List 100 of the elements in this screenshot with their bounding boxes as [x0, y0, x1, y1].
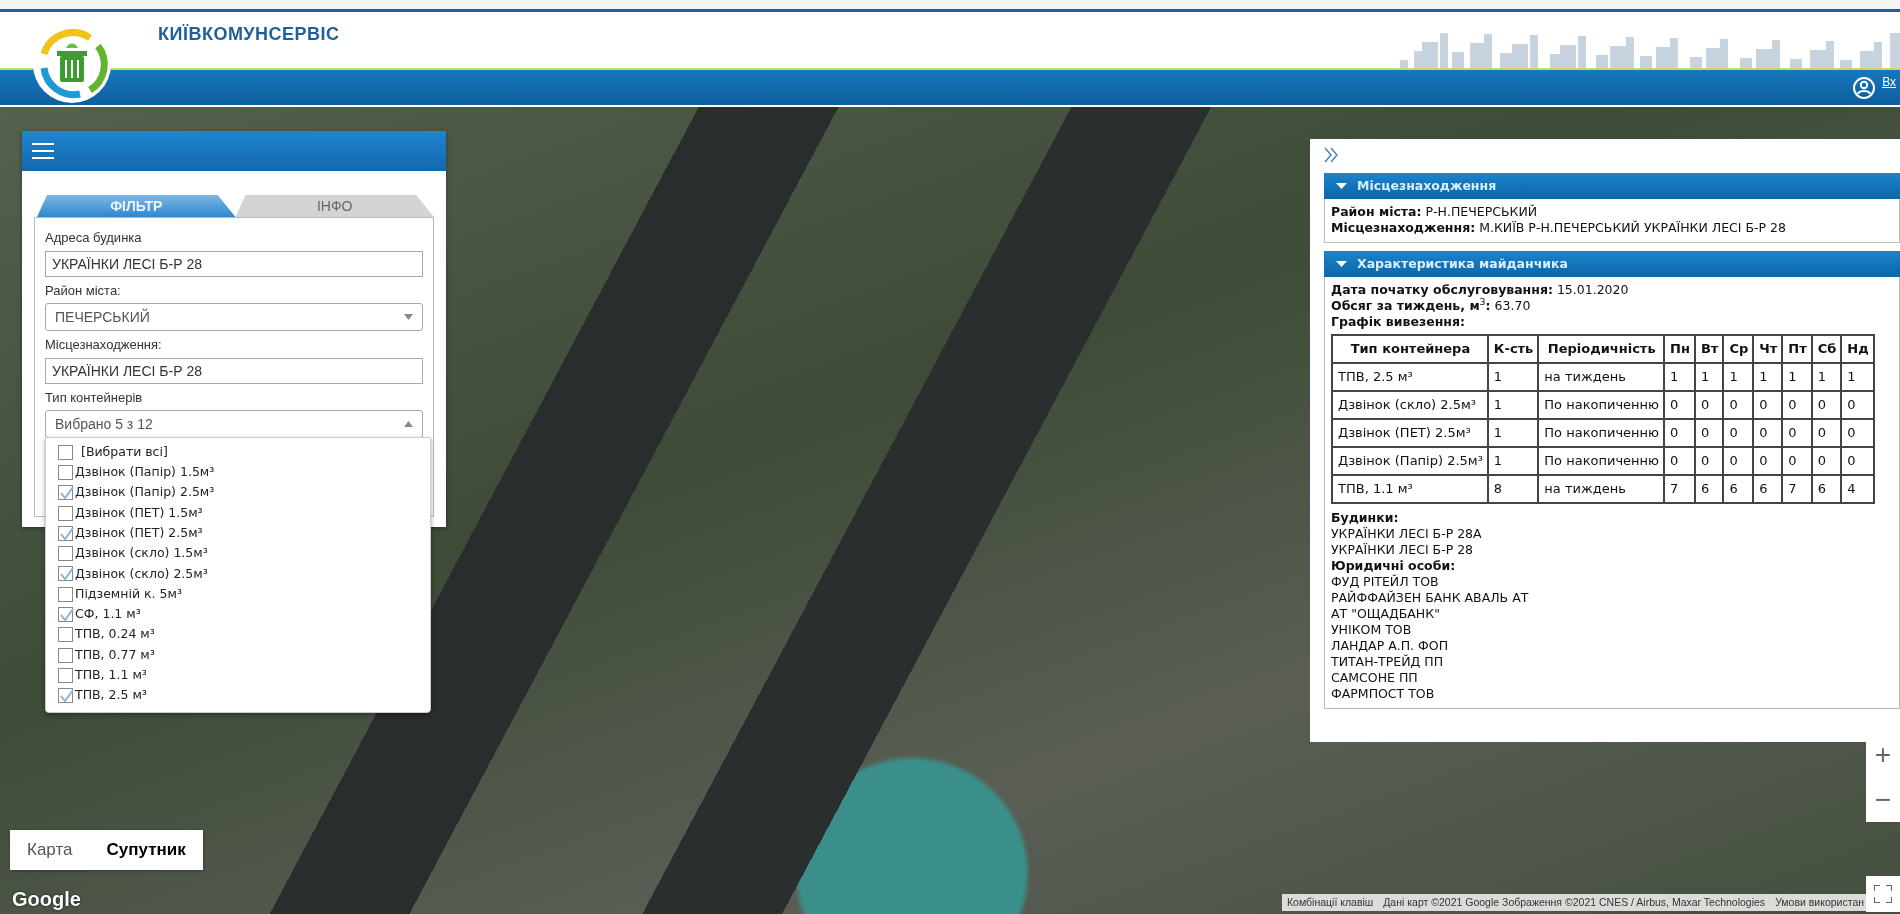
checkbox[interactable] — [58, 607, 73, 622]
attribution-link[interactable]: Умови використан — [1775, 894, 1865, 911]
column-header: Тип контейнера — [1332, 335, 1488, 363]
table-cell: 6 — [1753, 475, 1783, 503]
table-cell: 0 — [1723, 391, 1754, 419]
table-cell: Дзвінок (скло) 2.5м³ — [1332, 391, 1488, 419]
table-cell: 1 — [1782, 363, 1812, 391]
option-label[interactable]: ТПВ, 1.1 м³ — [75, 666, 147, 685]
select-field[interactable]: ПЕЧЕРСЬКИЙ — [45, 303, 423, 331]
column-header: Чт — [1753, 335, 1783, 363]
table-cell: 8 — [1487, 475, 1539, 503]
option-label[interactable]: Дзвінок (ПЕТ) 2.5м³ — [75, 523, 203, 543]
table-cell: 1 — [1664, 363, 1695, 391]
map-logo-text: Google — [12, 887, 81, 912]
table-cell: 1 — [1487, 391, 1539, 419]
table-cell: 0 — [1664, 447, 1695, 475]
menu-icon[interactable] — [32, 142, 54, 160]
table-cell: 0 — [1753, 447, 1783, 475]
map-type-button[interactable]: Супутник — [89, 830, 203, 870]
checkbox[interactable] — [58, 566, 73, 582]
option-label[interactable]: СФ, 1.1 м³ — [75, 605, 141, 624]
user-icon[interactable] — [1852, 75, 1877, 100]
option-label[interactable]: Дзвінок (Папір) 2.5м³ — [75, 483, 215, 503]
attribution-text: Дані карт ©2021 Google Зображення ©2021 CNES / Airbus, Maxar Technologies — [1383, 894, 1766, 910]
table-cell: 0 — [1664, 391, 1695, 419]
list-title: Юридичні особи: — [1331, 558, 1457, 574]
checkbox[interactable] — [58, 444, 73, 460]
option-label[interactable]: [Вибрати всі] — [81, 442, 168, 462]
select-field[interactable]: Вибрано 5 з 12 — [45, 410, 423, 438]
option-label[interactable]: ТПВ, 0.77 м³ — [75, 645, 155, 665]
info-line: Дата початку обслуговування: 15.01.2020 — [1331, 282, 1630, 298]
table-cell: 1 — [1811, 363, 1842, 391]
checkbox[interactable] — [58, 505, 73, 521]
table-cell: 0 — [1753, 391, 1783, 419]
info-line: Місцезнаходження: М.КИЇВ Р-Н.ПЕЧЕРСЬКИЙ УКРАЇНКИ ЛЕСІ Б-Р 28 — [1331, 220, 1787, 236]
table-cell: ТПВ, 1.1 м³ — [1332, 475, 1488, 503]
fullscreen-icon — [1874, 885, 1892, 903]
option-label[interactable]: ТПВ, 0.24 м³ — [75, 625, 155, 645]
table-cell: 0 — [1753, 419, 1783, 447]
table-cell: По накопиченню — [1538, 447, 1665, 475]
list-item: УКРАЇНКИ ЛЕСІ Б-Р 28А — [1331, 526, 1483, 542]
checkbox[interactable] — [58, 586, 73, 602]
list-item: ФУД РІТЕЙЛ ТОВ — [1331, 574, 1440, 590]
section-title[interactable]: Місцезнаходження — [1357, 176, 1497, 196]
checkbox[interactable] — [58, 525, 73, 541]
list-item: УНІКОМ ТОВ — [1331, 622, 1413, 638]
table-cell: 6 — [1811, 475, 1842, 503]
checkbox[interactable] — [58, 667, 73, 683]
checkbox[interactable] — [58, 464, 73, 480]
caret-icon — [404, 314, 413, 320]
checkbox[interactable] — [58, 647, 73, 663]
checkbox[interactable] — [58, 688, 73, 704]
field-label: Місцезнаходження: — [45, 336, 163, 354]
schedule-title: Графік вивезення: — [1331, 314, 1466, 330]
info-line: Район міста: Р-Н.ПЕЧЕРСЬКИЙ — [1331, 204, 1539, 220]
table-cell: 0 — [1811, 391, 1842, 419]
text-field[interactable]: УКРАЇНКИ ЛЕСІ Б-Р 28 — [45, 250, 423, 277]
table-cell: 0 — [1782, 419, 1812, 447]
option-label[interactable]: Дзвінок (скло) 1.5м³ — [75, 544, 208, 563]
field-label: Район міста: — [45, 281, 122, 300]
table-cell: на тиждень — [1538, 475, 1665, 503]
table-cell: 7 — [1782, 475, 1812, 503]
table-cell: 6 — [1694, 475, 1724, 503]
table-cell: 0 — [1841, 419, 1874, 447]
column-header: Нд — [1841, 335, 1874, 363]
option-label[interactable]: Підземній к. 5м³ — [75, 584, 182, 604]
panel-tab[interactable]: ІНФО — [235, 195, 434, 217]
field-label: Адреса будинка — [45, 229, 143, 247]
checkbox[interactable] — [58, 627, 73, 643]
column-header: Вт — [1694, 335, 1724, 363]
option-label[interactable]: Дзвінок (скло) 2.5м³ — [75, 564, 208, 584]
table-cell: 1 — [1487, 447, 1539, 475]
option-label[interactable]: ТПВ, 2.5 м³ — [75, 686, 147, 706]
option-label[interactable]: Дзвінок (ПЕТ) 1.5м³ — [75, 503, 203, 523]
table-cell: 1 — [1487, 419, 1539, 447]
checkbox[interactable] — [58, 485, 73, 501]
login-link[interactable]: Вх — [1882, 73, 1896, 91]
table-cell: ТПВ, 2.5 м³ — [1332, 363, 1488, 391]
attribution-link[interactable]: Комбінації клавіш — [1287, 894, 1374, 911]
map-type-button[interactable]: Карта — [10, 830, 90, 870]
site-title: КИЇВКОМУНСЕРВІС — [158, 22, 340, 46]
fullscreen-button[interactable] — [1866, 876, 1900, 912]
table-cell: По накопиченню — [1538, 419, 1665, 447]
column-header: Пт — [1782, 335, 1812, 363]
checkbox[interactable] — [58, 546, 73, 562]
list-item: САМСОНЕ ПП — [1331, 670, 1419, 686]
text-field[interactable]: УКРАЇНКИ ЛЕСІ Б-Р 28 — [45, 357, 423, 384]
list-item: УКРАЇНКИ ЛЕСІ Б-Р 28 — [1331, 542, 1475, 558]
table-cell: 0 — [1811, 419, 1842, 447]
table-cell: 0 — [1782, 391, 1812, 419]
table-cell: 0 — [1664, 419, 1695, 447]
table-cell: 1 — [1753, 363, 1783, 391]
double-chevron-icon[interactable] — [1324, 147, 1338, 163]
table-cell: 0 — [1694, 447, 1724, 475]
table-cell: 1 — [1723, 363, 1754, 391]
table-cell: По накопиченню — [1538, 391, 1665, 419]
column-header: Періодичність — [1538, 335, 1665, 363]
table-cell: 1 — [1694, 363, 1724, 391]
option-label[interactable]: Дзвінок (Папір) 1.5м³ — [75, 463, 215, 482]
list-item: РАЙФФАЙЗЕН БАНК АВАЛЬ АТ — [1331, 590, 1530, 606]
